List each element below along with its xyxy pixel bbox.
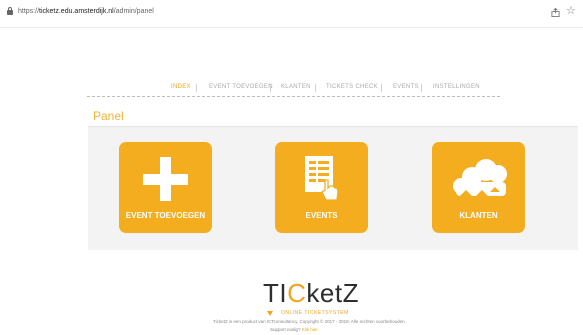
nav-item-events[interactable]: EVENTS [393, 84, 419, 90]
nav-item-index[interactable]: INDEX [171, 84, 191, 90]
ticketz-logo: TICketZ [263, 278, 359, 308]
nav-item-event-toevoegen[interactable]: EVENT TOEVOEGEN [209, 84, 273, 90]
main-nav: INDEX EVENT TOEVOEGEN KLANTEN TICKETS CH… [87, 84, 500, 96]
nav-separator [270, 84, 271, 92]
tile-label: KLANTEN [459, 211, 498, 220]
footer-support: Support nodig? Klik hier [270, 327, 318, 332]
share-icon[interactable] [551, 8, 560, 17]
nav-divider [87, 96, 500, 97]
lock-icon [7, 7, 13, 15]
browser-url-bar[interactable]: https://ticketz.edu.amsterdijk.nl/admin/… [0, 0, 583, 28]
event-toevoegen-tile[interactable]: EVENT TOEVOEGEN [119, 142, 212, 233]
nav-separator [315, 84, 316, 92]
panel-container: EVENT TOEVOEGEN EVENTS KLANTEN [88, 126, 578, 250]
nav-separator [421, 84, 422, 92]
nav-separator [196, 84, 197, 92]
tile-label: EVENT TOEVOEGEN [125, 211, 206, 220]
bookmark-star-icon[interactable]: ☆ [566, 6, 576, 17]
nav-item-klanten[interactable]: KLANTEN [281, 84, 311, 90]
logo-triangle-icon [267, 311, 273, 316]
events-tile[interactable]: EVENTS [275, 142, 368, 233]
tile-label: EVENTS [305, 211, 338, 220]
support-link[interactable]: Klik hier [302, 327, 318, 332]
nav-item-instellingen[interactable]: INSTELLINGEN [433, 84, 480, 90]
footer-copyright: TicketZ is een product van ICTconsultanc… [213, 319, 406, 324]
nav-item-tickets-check[interactable]: TICKETS CHECK [326, 84, 378, 90]
page-title: Panel [93, 109, 124, 123]
klanten-tile[interactable]: KLANTEN [432, 142, 525, 233]
url-text[interactable]: https://ticketz.edu.amsterdijk.nl/admin/… [18, 8, 154, 15]
logo-tagline: ONLINE TICKETSYSTEM [281, 310, 349, 316]
nav-separator [381, 84, 382, 92]
